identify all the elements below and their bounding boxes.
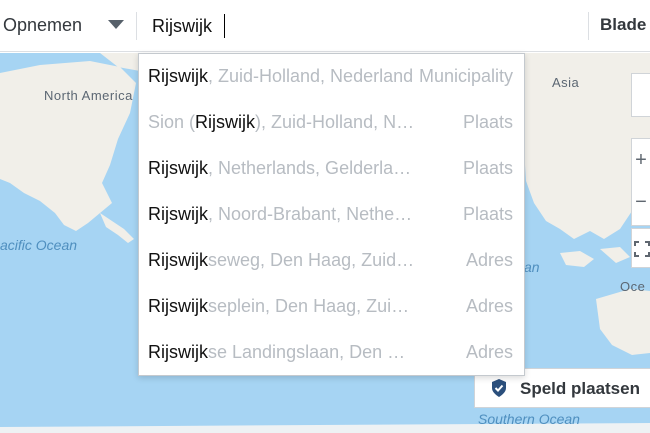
- suggestion-item[interactable]: Rijswijk, Noord-Brabant, Nethe… Plaats: [139, 192, 524, 238]
- map-label-pacific-ocean: acific Ocean: [0, 237, 78, 253]
- suggestion-item[interactable]: Rijswijk, Zuid-Holland, Nederland Munici…: [139, 54, 524, 100]
- suggestion-item[interactable]: Rijswijkse Landingslaan, Den … Adres: [139, 330, 524, 375]
- zoom-out-button[interactable]: −: [632, 181, 650, 223]
- suggestion-type: Adres: [461, 250, 513, 271]
- suggestion-name: Rijswijk, Zuid-Holland, Nederland: [148, 66, 414, 86]
- map-label-southern-ocean: Southern Ocean: [478, 411, 580, 427]
- suggestion-type: Adres: [461, 296, 513, 317]
- top-toolbar: Opnemen Blade: [0, 0, 650, 52]
- suggestion-item[interactable]: Rijswijkseplein, Den Haag, Zui… Adres: [139, 284, 524, 330]
- suggestion-type: Municipality: [418, 66, 513, 86]
- map-label-oceania: Oce: [620, 279, 646, 294]
- map-label-asia: Asia: [552, 75, 580, 90]
- suggestion-type: Adres: [461, 342, 513, 363]
- toolbar-divider-right: [588, 12, 589, 40]
- suggestion-name: Rijswijkseweg, Den Haag, Zuid…: [148, 250, 415, 270]
- pin-check-icon: [492, 379, 506, 397]
- search-input[interactable]: [146, 8, 576, 44]
- chevron-down-icon[interactable]: [108, 20, 124, 29]
- fullscreen-icon: [634, 241, 650, 257]
- map-control-top[interactable]: [631, 73, 650, 117]
- suggestion-name: Rijswijk, Netherlands, Gelderla…: [148, 158, 412, 178]
- suggestion-type: Plaats: [458, 112, 513, 133]
- browse-button[interactable]: Blade: [600, 15, 646, 35]
- zoom-in-button[interactable]: +: [632, 139, 650, 181]
- mode-select-label[interactable]: Opnemen: [3, 15, 82, 36]
- suggestion-type: Plaats: [458, 158, 513, 179]
- search-suggestions: Rijswijk, Zuid-Holland, Nederland Munici…: [138, 53, 525, 376]
- map-label-north-america: North America: [44, 88, 133, 103]
- suggestion-name: Rijswijkse Landingslaan, Den …: [148, 342, 406, 362]
- toolbar-divider: [136, 12, 137, 40]
- suggestion-name: Rijswijkseplein, Den Haag, Zui…: [148, 296, 410, 316]
- text-cursor: [224, 14, 225, 38]
- suggestion-item[interactable]: Rijswijk, Netherlands, Gelderla… Plaats: [139, 146, 524, 192]
- map-label-ocean-fragment: an: [524, 259, 540, 275]
- suggestion-item[interactable]: Sion (Rijswijk), Zuid-Holland, N… Plaats: [139, 100, 524, 146]
- suggestion-item[interactable]: Rijswijkseweg, Den Haag, Zuid… Adres: [139, 238, 524, 284]
- suggestion-type: Plaats: [458, 204, 513, 225]
- suggestion-name: Sion (Rijswijk), Zuid-Holland, N…: [148, 112, 415, 132]
- suggestion-name: Rijswijk, Noord-Brabant, Nethe…: [148, 204, 413, 224]
- place-pin-label: Speld plaatsen: [520, 379, 640, 398]
- fullscreen-button[interactable]: [631, 228, 650, 268]
- zoom-control: + −: [631, 138, 650, 226]
